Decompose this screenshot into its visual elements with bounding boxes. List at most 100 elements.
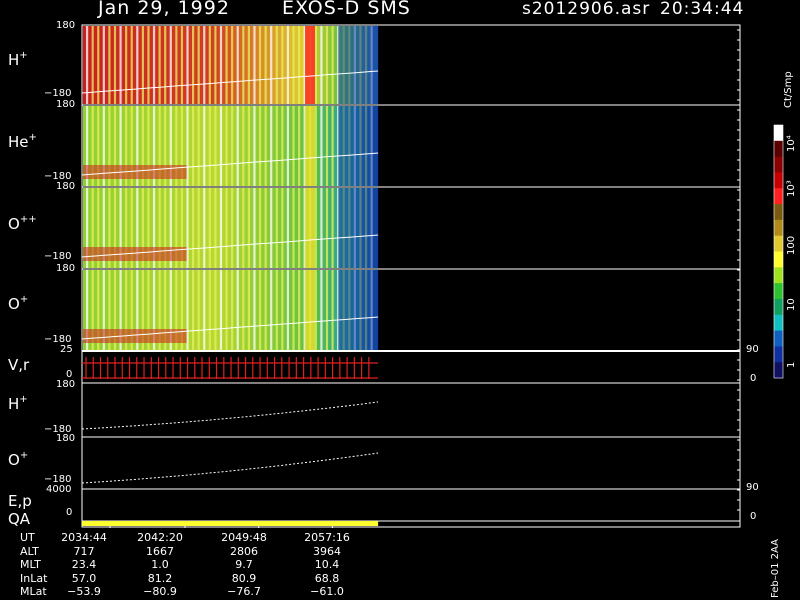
- spectrogram-stripe: [292, 188, 295, 268]
- spectrogram-stripe: [203, 106, 206, 186]
- colorbar-swatch: [774, 235, 783, 252]
- row-label: MLat: [20, 585, 47, 598]
- panel-label-he-plus: He+: [8, 132, 37, 151]
- spectrogram-stripe: [325, 26, 329, 104]
- spectrogram-band: [83, 165, 187, 179]
- spectrogram-stripe: [225, 26, 228, 104]
- colorbar-swatch: [774, 314, 783, 332]
- spectrogram-hotspot: [305, 270, 315, 350]
- spectrogram-stripe: [191, 270, 195, 350]
- spectrogram-stripe: [203, 26, 206, 104]
- spectrogram-stripe: [219, 188, 223, 268]
- spectrogram-band: [83, 247, 187, 261]
- ytick-bottom: −180: [44, 251, 72, 262]
- spectrogram-stripe: [331, 106, 334, 186]
- spectrogram-stripe: [275, 188, 278, 268]
- table-cell: 57.0: [71, 571, 97, 585]
- spectrogram-hotspot: [305, 26, 315, 104]
- colorbar: [773, 124, 784, 379]
- table-cell: 1667: [146, 544, 174, 558]
- spectrogram-hotspot: [305, 188, 315, 268]
- colorbar-unit: Ct/Smp: [783, 71, 794, 108]
- colorbar-swatch: [774, 362, 783, 379]
- spectrogram-low-region: [338, 26, 379, 104]
- spectrogram-stripe: [186, 188, 189, 268]
- spectrogram-low-region: [338, 106, 379, 186]
- panel-label-o-plus: O+: [8, 294, 29, 313]
- spectrogram-stripe: [264, 106, 267, 186]
- spectrogram-stripe: [320, 26, 323, 104]
- spectrogram-stripe: [297, 106, 301, 186]
- ytick-top: 180: [56, 433, 76, 444]
- ytick-bottom: 0: [66, 507, 73, 518]
- table-cell: 2057:16: [304, 531, 350, 544]
- trace-line: [81, 452, 379, 484]
- spectrogram-stripe: [219, 270, 223, 350]
- spectrogram-stripe: [270, 106, 273, 186]
- panel-label-ep: E,p: [8, 492, 32, 510]
- spectrogram-stripe: [264, 270, 267, 350]
- spectrogram-stripe: [331, 26, 334, 104]
- spectrogram-stripe: [281, 270, 284, 350]
- spectrogram-stripe: [275, 106, 278, 186]
- panel-label-qa: QA: [8, 510, 31, 528]
- rtick-bottom: 0: [750, 373, 757, 384]
- colorbar-label: 10³: [786, 180, 797, 197]
- spectrogram-stripe: [197, 26, 200, 104]
- spectrogram-stripe: [191, 188, 195, 268]
- colorbar-label: 10⁴: [786, 135, 797, 152]
- table-cell: 2806: [230, 544, 258, 558]
- spectrogram-stripe: [314, 270, 317, 350]
- colorbar-swatch: [774, 172, 783, 189]
- ytick-top: 180: [56, 20, 76, 31]
- spectrogram-chart: [81, 24, 784, 528]
- spectrogram-stripe: [203, 270, 206, 350]
- spectrogram-stripe: [231, 26, 234, 104]
- spectrogram-stripe: [236, 270, 239, 350]
- spectrogram-stripe: [219, 26, 223, 104]
- spectrogram-stripe: [208, 26, 211, 104]
- spectrogram-stripe: [253, 26, 256, 104]
- ytick-top: 4000: [46, 484, 72, 495]
- spectrogram-stripe: [219, 106, 223, 186]
- panel-label-h-plus: H+: [8, 50, 28, 69]
- table-cell: 81.2: [147, 571, 173, 585]
- spectrogram-stripe: [314, 188, 317, 268]
- row-label: InLat: [20, 571, 48, 585]
- rtick-top: 90: [746, 344, 759, 355]
- colorbar-swatch: [774, 298, 783, 316]
- colorbar-label: 10: [786, 298, 797, 311]
- spectrogram-stripe: [281, 106, 284, 186]
- spectrogram-stripe: [320, 270, 323, 350]
- spectrogram-stripe: [325, 106, 329, 186]
- spectrogram-hotspot: [305, 106, 315, 186]
- spectrogram-stripe: [208, 106, 211, 186]
- spectrogram-stripe: [325, 188, 329, 268]
- spectrogram-stripe: [242, 188, 245, 268]
- spectrogram-stripe: [247, 188, 250, 268]
- table-cell: −61.0: [310, 585, 344, 598]
- spectrogram-stripe: [214, 188, 217, 268]
- table-cell: 9.7: [235, 558, 253, 571]
- table-cell: 2042:20: [137, 531, 183, 544]
- colorbar-label: 1: [786, 361, 797, 368]
- colorbar-label: 100: [786, 235, 797, 255]
- spectrogram-stripe: [292, 26, 295, 104]
- spectrogram-stripe: [264, 188, 267, 268]
- spectrogram-stripe: [225, 270, 228, 350]
- panel-label-h-plus-2: H+: [8, 394, 28, 413]
- spectrogram-stripe: [231, 106, 234, 186]
- spectrogram-stripe: [297, 270, 301, 350]
- spectrogram-stripe: [231, 270, 234, 350]
- spectrogram-stripe: [253, 188, 256, 268]
- ytick-top: 25: [60, 344, 73, 355]
- spectrogram-stripe: [242, 270, 245, 350]
- rtick-top: 90: [746, 482, 759, 493]
- table-cell: 80.9: [231, 571, 257, 585]
- spectrogram-stripe: [225, 106, 228, 186]
- spectrogram-band: [83, 329, 187, 343]
- trace-line: [81, 401, 379, 430]
- spectrogram-stripe: [297, 26, 301, 104]
- spectrogram-stripe: [247, 270, 250, 350]
- colorbar-swatch: [774, 156, 783, 173]
